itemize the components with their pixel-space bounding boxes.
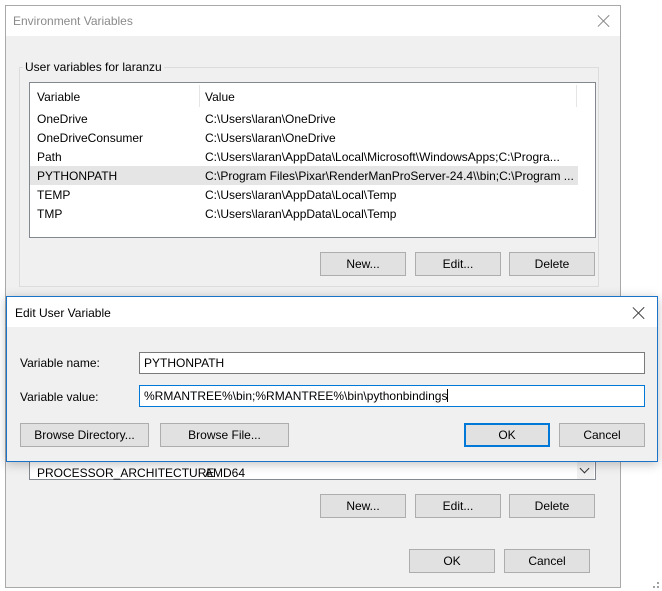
variable-value-cell: C:\Users\laran\AppData\Local\Temp [205,207,397,221]
variable-name-cell: TEMP [37,188,71,202]
variable-name-label: Variable name: [20,356,100,370]
title-bar: Edit User Variable [7,297,657,327]
table-row[interactable]: TEMP C:\Users\laran\AppData\Local\Temp [30,185,578,204]
table-row[interactable]: TMP C:\Users\laran\AppData\Local\Temp [30,204,578,223]
edit-ok-button[interactable]: OK [464,423,550,447]
title-bar: Environment Variables [6,6,620,36]
variable-name-value: PYTHONPATH [144,356,225,370]
variable-name-cell: OneDrive [37,112,88,126]
scrollbar-down-button[interactable] [577,461,594,479]
variable-name-cell: PYTHONPATH [37,169,118,183]
variable-name-cell: OneDriveConsumer [37,131,144,145]
system-variable-value-cell[interactable]: AMD64 [205,466,245,480]
chevron-down-icon [579,463,590,474]
close-icon[interactable] [597,14,611,28]
env-ok-button[interactable]: OK [409,549,495,573]
table-row[interactable]: OneDriveConsumer C:\Users\laran\OneDrive [30,128,578,147]
variable-name-cell: TMP [37,207,63,221]
browse-directory-button[interactable]: Browse Directory... [20,423,149,447]
dialog-title: Edit User Variable [15,306,111,320]
column-header-value[interactable]: Value [205,90,235,104]
edit-user-variable-dialog: Edit User Variable Variable name: PYTHON… [6,296,658,462]
system-delete-button[interactable]: Delete [509,494,595,518]
variable-value-cell: C:\Users\laran\OneDrive [205,131,336,145]
column-separator[interactable] [576,85,577,107]
table-row[interactable]: Path C:\Users\laran\AppData\Local\Micros… [30,147,578,166]
browse-file-button[interactable]: Browse File... [160,423,289,447]
variable-value-cell: C:\Users\laran\AppData\Local\Temp [205,188,397,202]
variable-value-cell: C:\Users\laran\OneDrive [205,112,336,126]
variable-value-text: %RMANTREE%\bin;%RMANTREE%\bin\pythonbind… [144,389,448,403]
user-new-button[interactable]: New... [320,252,406,276]
resize-grip-icon[interactable] [649,578,659,588]
variable-value-field[interactable]: %RMANTREE%\bin;%RMANTREE%\bin\pythonbind… [139,385,645,407]
env-cancel-button[interactable]: Cancel [504,549,590,573]
variable-value-cell: C:\Users\laran\AppData\Local\Microsoft\W… [205,150,560,164]
user-variables-group-label: User variables for laranzu [23,60,164,74]
edit-cancel-button[interactable]: Cancel [559,423,645,447]
user-edit-button[interactable]: Edit... [415,252,501,276]
table-row-selected[interactable]: PYTHONPATH C:\Program Files\Pixar\Render… [30,166,578,185]
user-variables-list[interactable]: Variable Value OneDrive C:\Users\laran\O… [29,82,596,238]
variable-name-field[interactable]: PYTHONPATH [139,352,645,374]
system-new-button[interactable]: New... [320,494,406,518]
system-variable-name-cell[interactable]: PROCESSOR_ARCHITECTURE [37,466,214,480]
system-edit-button[interactable]: Edit... [415,494,501,518]
table-row[interactable]: OneDrive C:\Users\laran\OneDrive [30,109,578,128]
close-icon[interactable] [632,306,646,320]
column-separator[interactable] [199,85,200,107]
user-delete-button[interactable]: Delete [509,252,595,276]
variable-name-cell: Path [37,150,62,164]
list-header: Variable Value [30,83,595,109]
variable-value-cell: C:\Program Files\Pixar\RenderManProServe… [205,169,574,183]
text-caret [447,389,449,402]
column-header-variable[interactable]: Variable [37,90,80,104]
variable-value-label: Variable value: [20,390,99,404]
window-title: Environment Variables [13,14,133,28]
